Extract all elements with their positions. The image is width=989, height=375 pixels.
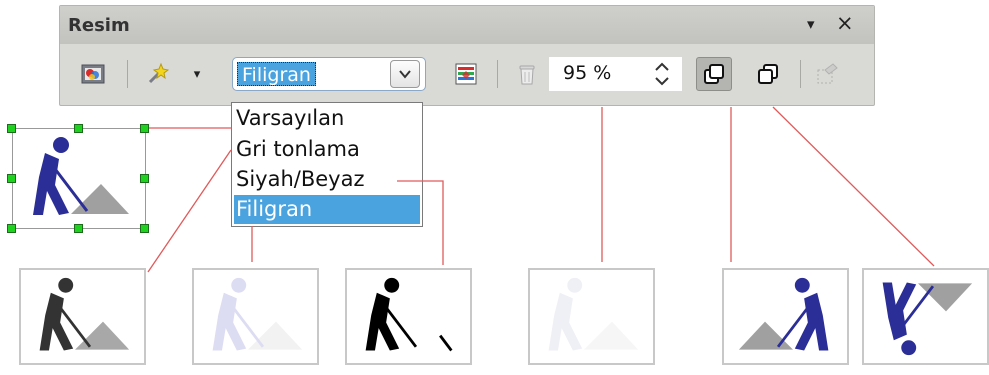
flipped-vertical-image bbox=[882, 282, 973, 356]
resize-handle[interactable] bbox=[140, 174, 149, 183]
resize-handle[interactable] bbox=[74, 224, 83, 233]
selected-image[interactable] bbox=[12, 128, 146, 229]
grayscale-image bbox=[39, 277, 130, 351]
black-white-image bbox=[365, 277, 453, 352]
transparent-image bbox=[548, 277, 639, 351]
result-thumb-grayscale bbox=[19, 268, 146, 365]
resize-handle[interactable] bbox=[7, 124, 16, 133]
resize-handle[interactable] bbox=[140, 124, 149, 133]
result-thumb-flipped-vertical bbox=[862, 268, 989, 365]
result-thumb-transparency bbox=[528, 268, 655, 365]
result-thumb-watermark-light bbox=[192, 268, 319, 365]
resize-handle[interactable] bbox=[7, 224, 16, 233]
road-works-image bbox=[33, 137, 129, 215]
resize-handle[interactable] bbox=[140, 224, 149, 233]
resize-handle[interactable] bbox=[74, 124, 83, 133]
watermark-light-image bbox=[212, 277, 303, 351]
result-thumb-black-white bbox=[345, 268, 472, 365]
result-thumb-flipped-horizontal bbox=[722, 268, 849, 365]
resize-handle[interactable] bbox=[7, 174, 16, 183]
flipped-horizontal-image bbox=[738, 277, 829, 351]
